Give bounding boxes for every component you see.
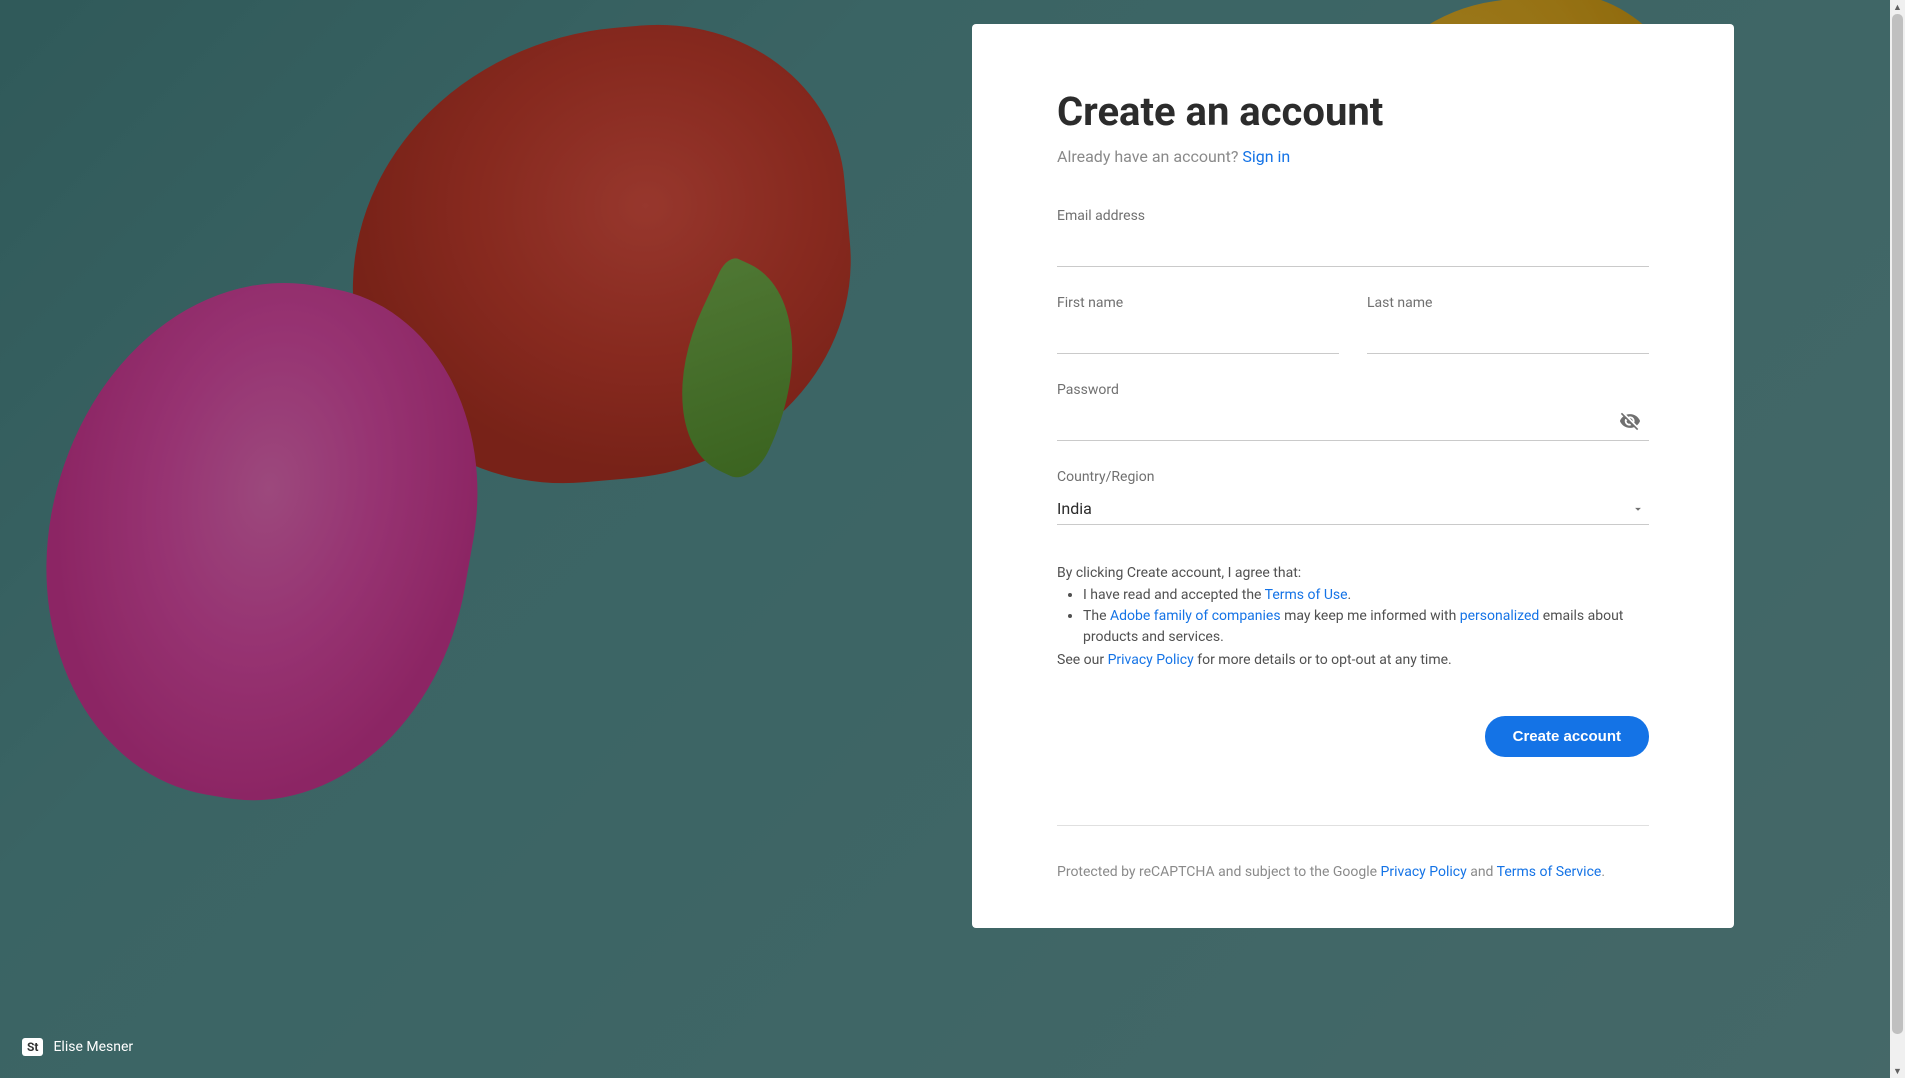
visibility-off-icon[interactable] [1619,410,1641,436]
subtitle: Already have an account? Sign in [1057,147,1649,166]
sign-in-link[interactable]: Sign in [1242,147,1290,166]
legal-bullet-marketing: The Adobe family of companies may keep m… [1083,606,1649,648]
adobe-family-link[interactable]: Adobe family of companies [1110,608,1281,624]
legal-bullet-terms: I have read and accepted the Terms of Us… [1083,585,1649,606]
scroll-up-arrow-icon[interactable]: ▲ [1890,0,1905,14]
stock-badge: St [22,1038,43,1056]
last-name-field[interactable] [1367,319,1649,354]
first-name-field[interactable] [1057,319,1339,354]
signup-card: Create an account Already have an accoun… [972,24,1734,928]
photographer-name: Elise Mesner [53,1039,133,1055]
country-selected-value: India [1057,499,1092,518]
google-terms-of-service-link[interactable]: Terms of Service [1497,864,1602,880]
email-label: Email address [1057,208,1649,224]
terms-of-use-link[interactable]: Terms of Use [1265,587,1348,603]
scroll-down-arrow-icon[interactable]: ▼ [1890,1064,1905,1078]
country-select[interactable]: India [1057,493,1649,525]
subtitle-text: Already have an account? [1057,147,1242,166]
legal-footer: See our Privacy Policy for more details … [1057,652,1649,668]
legal-intro: By clicking Create account, I agree that… [1057,565,1649,581]
recaptcha-notice: Protected by reCAPTCHA and subject to th… [1057,864,1649,880]
page-title: Create an account [1057,88,1649,135]
scrollbar-thumb[interactable] [1892,14,1903,1034]
create-account-button[interactable]: Create account [1485,716,1649,757]
country-label: Country/Region [1057,469,1649,485]
last-name-label: Last name [1367,295,1649,311]
legal-list: I have read and accepted the Terms of Us… [1057,585,1649,648]
scrollbar[interactable]: ▲ ▼ [1890,0,1905,1078]
divider [1057,825,1649,826]
google-privacy-policy-link[interactable]: Privacy Policy [1381,864,1467,880]
password-label: Password [1057,382,1649,398]
personalized-link[interactable]: personalized [1460,608,1540,624]
image-attribution: St Elise Mesner [22,1038,133,1056]
privacy-policy-link[interactable]: Privacy Policy [1108,652,1194,668]
first-name-label: First name [1057,295,1339,311]
chevron-down-icon [1631,501,1645,520]
email-field[interactable] [1057,232,1649,267]
password-field[interactable] [1057,406,1649,441]
